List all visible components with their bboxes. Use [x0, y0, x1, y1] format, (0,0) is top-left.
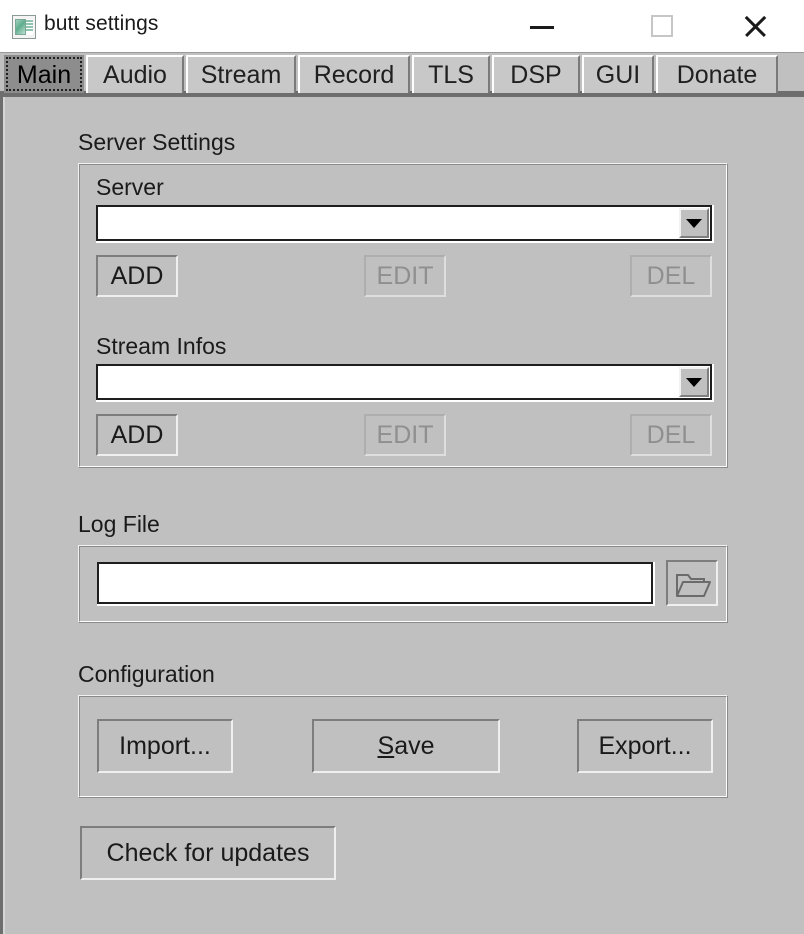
- tab-bar: Main Audio Stream Record TLS DSP GUI Don…: [0, 53, 804, 97]
- tab-main[interactable]: Main: [4, 55, 84, 93]
- maximize-button[interactable]: [636, 0, 688, 52]
- log-file-group: [78, 545, 728, 623]
- tab-stream[interactable]: Stream: [186, 55, 296, 93]
- log-file-group-label: Log File: [78, 511, 160, 537]
- minimize-icon: [530, 26, 554, 29]
- stream-infos-label: Stream Infos: [96, 333, 227, 359]
- server-del-button: DEL: [630, 255, 712, 297]
- import-config-button[interactable]: Import...: [97, 719, 233, 773]
- server-settings-group: Server ADD EDIT DEL Stream Infos ADD EDI…: [78, 163, 728, 468]
- log-file-path-field[interactable]: [97, 562, 655, 606]
- window-title: butt settings: [44, 12, 159, 35]
- log-file-path-input[interactable]: [103, 564, 651, 602]
- stream-infos-edit-button: EDIT: [364, 414, 446, 456]
- server-add-button[interactable]: ADD: [96, 255, 178, 297]
- app-window-icon: [12, 15, 36, 39]
- export-config-button[interactable]: Export...: [577, 719, 713, 773]
- close-button[interactable]: [729, 0, 781, 52]
- app-icon-right-pane: [26, 19, 33, 35]
- server-combo-dropdown-button[interactable]: [679, 208, 709, 238]
- chevron-down-icon: [686, 378, 702, 387]
- tab-tls[interactable]: TLS: [412, 55, 490, 93]
- configuration-group-label: Configuration: [78, 661, 215, 687]
- server-combo[interactable]: [96, 205, 714, 243]
- title-bar: butt settings: [0, 0, 804, 53]
- tab-gui[interactable]: GUI: [582, 55, 654, 93]
- main-tab-panel: Server Settings Server ADD EDIT DEL Stre…: [0, 97, 804, 934]
- app-icon-left-pane: [15, 19, 26, 35]
- save-config-button[interactable]: Save: [312, 719, 500, 773]
- close-icon: [742, 13, 768, 39]
- stream-infos-del-button: DEL: [630, 414, 712, 456]
- server-label: Server: [96, 174, 164, 200]
- server-edit-button: EDIT: [364, 255, 446, 297]
- save-button-label-rest: ave: [394, 731, 435, 760]
- stream-infos-add-button[interactable]: ADD: [96, 414, 178, 456]
- tab-donate[interactable]: Donate: [656, 55, 778, 93]
- check-for-updates-button[interactable]: Check for updates: [80, 826, 336, 880]
- chevron-down-icon: [686, 219, 702, 228]
- butt-settings-window: butt settings Main Audio Stream Record T…: [0, 0, 804, 934]
- minimize-button[interactable]: [516, 0, 568, 52]
- stream-infos-combo[interactable]: [96, 364, 714, 402]
- stream-infos-combo-dropdown-button[interactable]: [679, 367, 709, 397]
- server-settings-group-label: Server Settings: [78, 129, 236, 155]
- tab-record[interactable]: Record: [298, 55, 410, 93]
- tab-dsp[interactable]: DSP: [492, 55, 580, 93]
- tab-audio[interactable]: Audio: [86, 55, 184, 93]
- maximize-icon: [651, 15, 673, 37]
- log-file-browse-button[interactable]: [666, 560, 718, 606]
- folder-open-icon: [676, 574, 711, 597]
- save-button-mnemonic: S: [377, 731, 395, 760]
- configuration-group: Import... Save Export...: [78, 695, 728, 798]
